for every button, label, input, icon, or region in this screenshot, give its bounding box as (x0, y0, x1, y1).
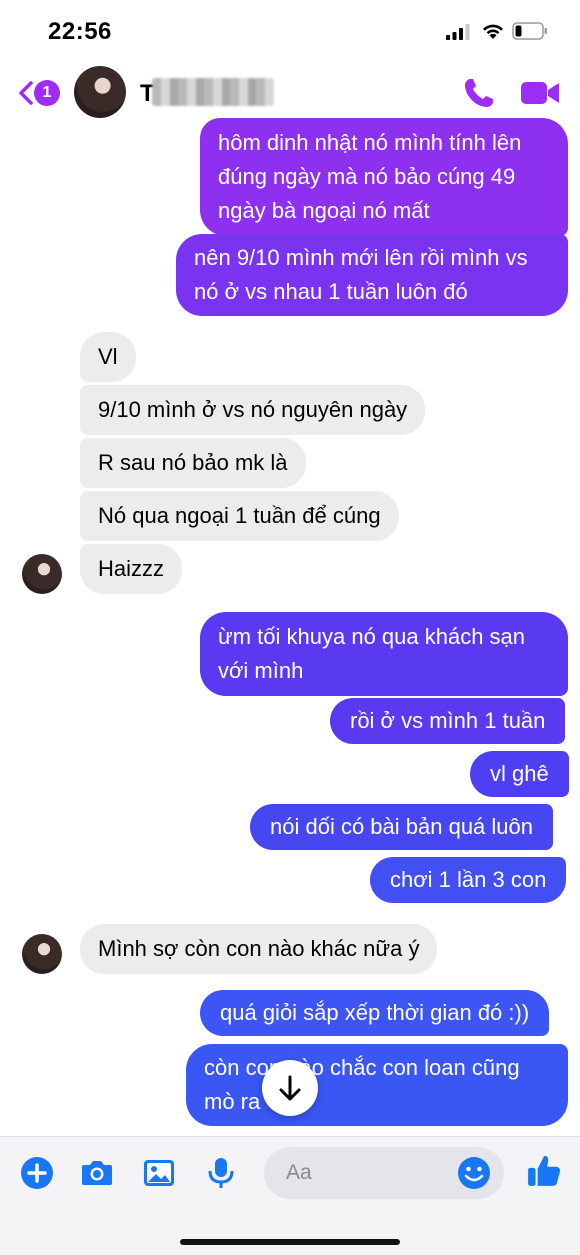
status-bar: 22:56 (0, 0, 580, 62)
incoming-message[interactable]: Vl (80, 332, 136, 382)
contact-avatar-small (22, 934, 62, 974)
back-button[interactable]: 1 (16, 78, 64, 108)
outgoing-message[interactable]: còn con nào chắc con loan cũng mò ra (186, 1044, 568, 1126)
plus-icon[interactable] (20, 1156, 54, 1190)
outgoing-message[interactable]: nên 9/10 mình mới lên rồi mình vs nó ở v… (176, 234, 568, 316)
outgoing-message[interactable]: hôm dinh nhật nó mình tính lên đúng ngày… (200, 118, 568, 236)
arrow-down-icon (279, 1075, 301, 1101)
contact-avatar-small (22, 554, 62, 594)
outgoing-message[interactable]: nói dối có bài bản quá luôn (250, 804, 553, 850)
message-composer: Aa (0, 1136, 580, 1255)
wifi-icon (483, 24, 503, 39)
chevron-left-icon (19, 81, 33, 105)
emoji-icon[interactable] (456, 1155, 492, 1191)
status-time: 22:56 (48, 18, 112, 45)
battery-icon (512, 22, 547, 40)
conversation-header: 1 T (0, 62, 580, 126)
incoming-message[interactable]: Nó qua ngoại 1 tuần để cúng (80, 491, 399, 541)
incoming-message[interactable]: Mình sợ còn con nào khác nữa ý (80, 924, 438, 974)
image-icon[interactable] (142, 1156, 176, 1190)
contact-avatar[interactable] (74, 66, 126, 118)
outgoing-message[interactable]: vl ghê (470, 751, 569, 797)
incoming-message[interactable]: Haizzz (80, 544, 183, 594)
incoming-message[interactable]: 9/10 mình ở vs nó nguyên ngày (80, 385, 426, 435)
camera-icon[interactable] (80, 1156, 114, 1190)
cellular-signal-icon (446, 24, 470, 40)
unread-badge: 1 (34, 80, 60, 106)
message-input-placeholder: Aa (286, 1161, 312, 1184)
outgoing-message[interactable]: chơi 1 lần 3 con (370, 857, 567, 903)
phone-call-icon[interactable] (462, 76, 496, 110)
outgoing-message[interactable]: rồi ở vs mình 1 tuần (330, 698, 566, 744)
outgoing-message[interactable]: ừm tối khuya nó qua khách sạn với mình (200, 612, 568, 696)
message-input[interactable]: Aa (264, 1147, 504, 1199)
name-redaction (152, 78, 274, 106)
incoming-message[interactable]: R sau nó bảo mk là (80, 438, 306, 488)
mic-icon[interactable] (204, 1156, 238, 1190)
thumbs-up-icon[interactable] (526, 1153, 562, 1189)
video-call-icon[interactable] (520, 78, 560, 108)
home-indicator (180, 1239, 400, 1245)
scroll-to-bottom-button[interactable] (262, 1060, 318, 1116)
outgoing-message[interactable]: quá giỏi sắp xếp thời gian đó :)) (200, 990, 550, 1036)
